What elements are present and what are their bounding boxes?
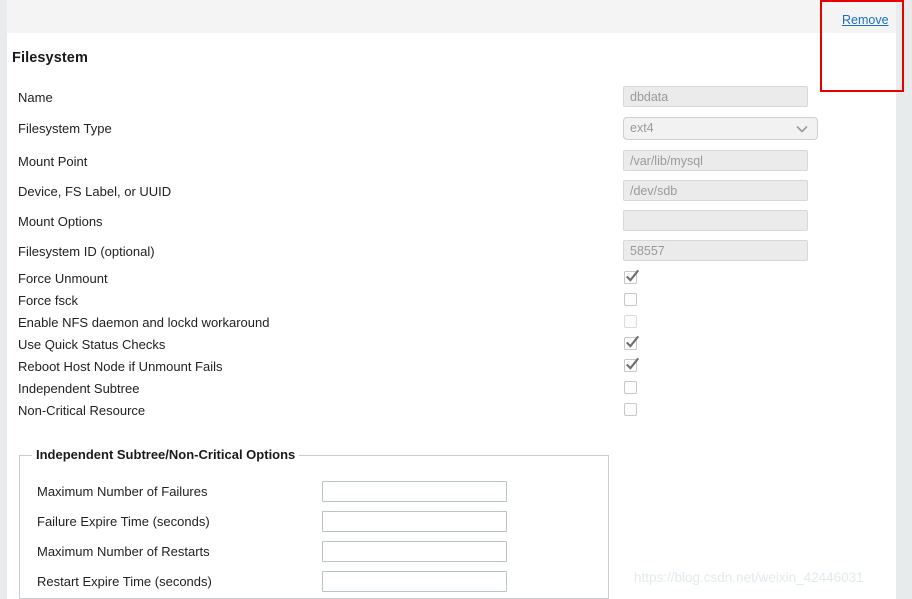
left-gutter (0, 0, 7, 599)
checkbox-use-quick-status-checks[interactable] (624, 335, 640, 350)
input-maximum-number-of-restarts[interactable] (322, 541, 507, 562)
label-maximum-number-of-failures: Maximum Number of Failures (37, 484, 208, 499)
label-use-quick-status-checks: Use Quick Status Checks (18, 337, 166, 352)
checkbox-reboot-host-node-if-unmount-fails[interactable] (624, 357, 640, 372)
input-mount-point[interactable] (623, 150, 808, 171)
label-independent-subtree: Independent Subtree (18, 381, 140, 396)
label-restart-expire-time-seconds: Restart Expire Time (seconds) (37, 574, 212, 589)
label-force-unmount: Force Unmount (18, 271, 108, 286)
label-failure-expire-time-seconds: Failure Expire Time (seconds) (37, 514, 210, 529)
input-failure-expire-time-seconds[interactable] (322, 511, 507, 532)
label-name: Name (18, 90, 53, 105)
input-mount-options[interactable] (623, 210, 808, 231)
input-device-fs-label-or-uuid[interactable] (623, 180, 808, 201)
fieldset-legend: Independent Subtree/Non-Critical Options (32, 447, 300, 463)
screen-root: Remove Filesystem Name Filesystem Type ext… (0, 0, 912, 599)
label-non-critical-resource: Non-Critical Resource (18, 403, 146, 418)
label-enable-nfs-daemon-and-lockd-workaround: Enable NFS daemon and lockd workaround (18, 315, 270, 330)
watermark: https://blog.csdn.net/weixin_42446031 (634, 570, 864, 585)
label-force-fsck: Force fsck (18, 293, 78, 308)
label-reboot-host-node-if-unmount-fails: Reboot Host Node if Unmount Fails (18, 359, 223, 374)
header-band (7, 0, 896, 33)
page-title: Filesystem (12, 50, 88, 66)
label-filesystem-type: Filesystem Type (18, 121, 112, 136)
check-icon (625, 335, 640, 350)
check-icon (625, 269, 640, 284)
right-scrollbar-gutter[interactable] (896, 0, 912, 599)
checkbox-force-fsck[interactable] (624, 293, 637, 306)
select-filesystem-type[interactable]: ext4 (623, 117, 818, 140)
input-name[interactable] (623, 86, 808, 107)
input-restart-expire-time-seconds[interactable] (322, 571, 507, 592)
label-mount-point: Mount Point (18, 154, 88, 169)
checkbox-non-critical-resource[interactable] (624, 403, 637, 416)
input-filesystem-id-optional[interactable] (623, 240, 808, 261)
checkbox-enable-nfs-daemon-and-lockd-workaround[interactable] (624, 315, 637, 328)
label-maximum-number-of-restarts: Maximum Number of Restarts (37, 544, 210, 559)
checkbox-force-unmount[interactable] (624, 269, 640, 284)
label-device-fs-label-or-uuid: Device, FS Label, or UUID (18, 184, 172, 199)
label-mount-options: Mount Options (18, 214, 103, 229)
remove-link[interactable]: Remove (842, 13, 889, 27)
checkbox-independent-subtree[interactable] (624, 381, 637, 394)
check-icon (625, 357, 640, 372)
input-maximum-number-of-failures[interactable] (322, 481, 507, 502)
label-filesystem-id-optional: Filesystem ID (optional) (18, 244, 155, 259)
